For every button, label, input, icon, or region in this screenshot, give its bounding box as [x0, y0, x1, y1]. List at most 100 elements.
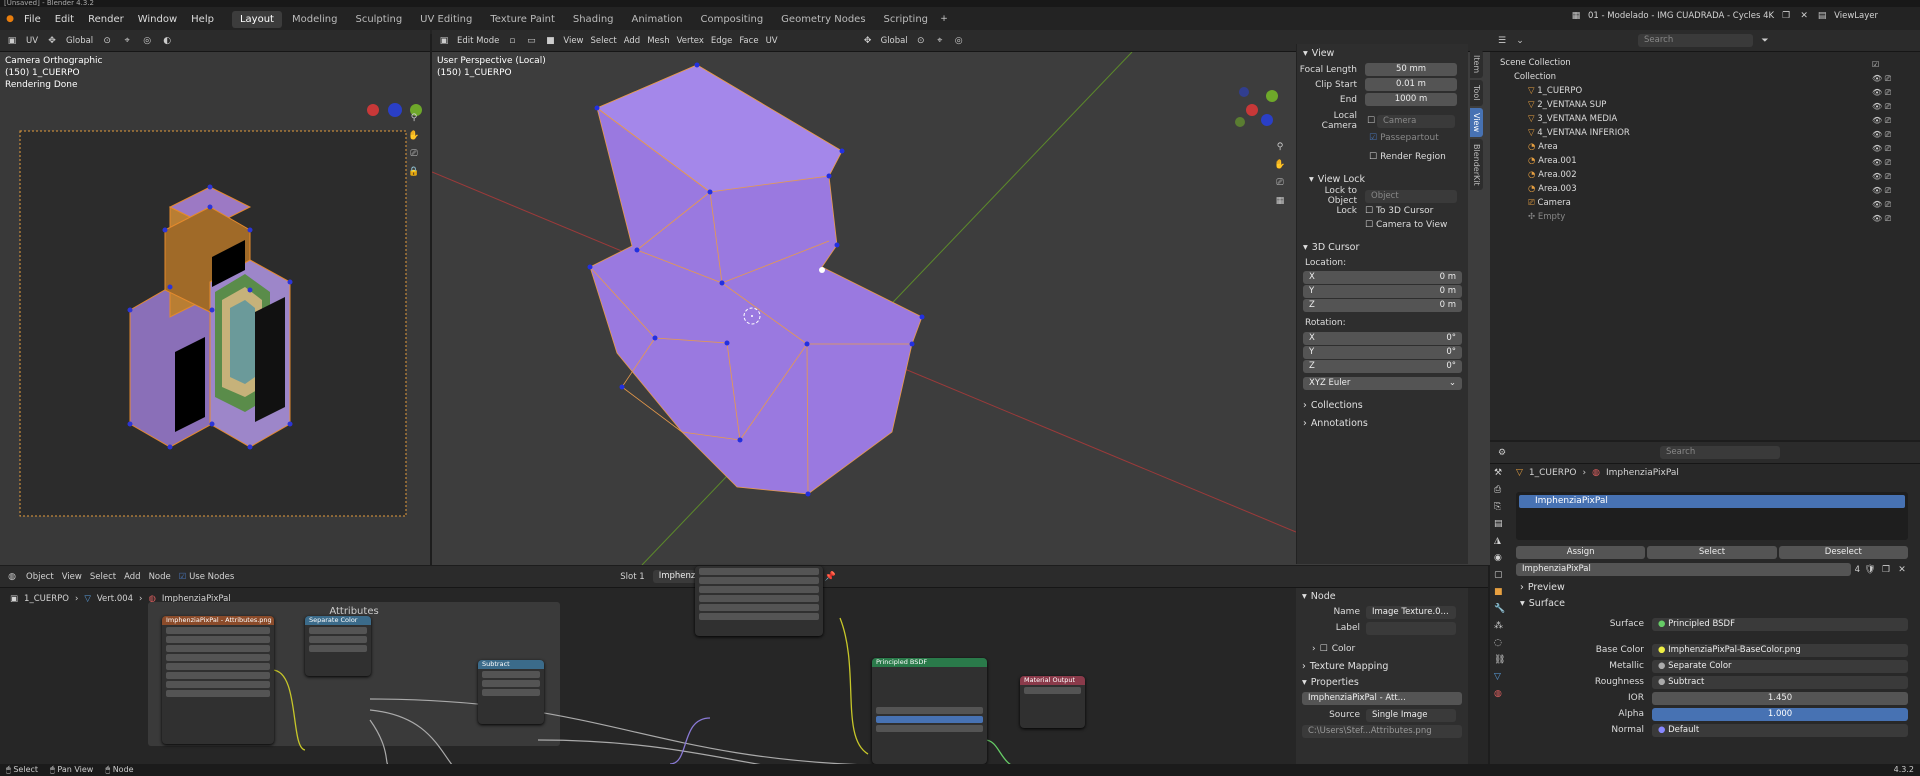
viewport-menu-edge[interactable]: Edge: [711, 36, 732, 46]
node-section-header[interactable]: ▾ Node: [1296, 588, 1468, 604]
tab-shading[interactable]: Shading: [565, 11, 622, 28]
object-type-select[interactable]: Object: [26, 572, 54, 582]
material-tab-icon[interactable]: ◍: [1494, 689, 1505, 699]
tool-tab-icon[interactable]: ⚒: [1494, 468, 1505, 478]
editor-type-icon[interactable]: ▣: [438, 35, 450, 47]
scene-name[interactable]: 01 - Modelado - IMG CUADRADA - Cycles 4K: [1588, 11, 1774, 21]
roughness-field[interactable]: ● Subtract: [1652, 675, 1908, 689]
constraints-tab-icon[interactable]: ⛓: [1494, 655, 1505, 665]
metallic-field[interactable]: ● Separate Color: [1652, 659, 1908, 673]
preview-header[interactable]: › Preview: [1520, 582, 1565, 593]
clip-end-field[interactable]: 1000 m: [1365, 93, 1457, 106]
node-menu-node[interactable]: Node: [149, 572, 171, 582]
gizmo-x[interactable]: [367, 104, 379, 116]
menu-file[interactable]: File: [18, 12, 47, 27]
outliner-item-empty[interactable]: ✣ Empty: [1500, 210, 1920, 224]
tab-view[interactable]: View: [1470, 107, 1483, 137]
shader-editor[interactable]: ◍ Object View Select Add Node ☑ Use Node…: [0, 566, 1488, 764]
ior-field[interactable]: 1.450: [1652, 691, 1908, 705]
copy-icon[interactable]: ❐: [1780, 10, 1792, 22]
viewport-menu-view[interactable]: View: [563, 36, 583, 46]
collection-tab-icon[interactable]: ▢: [1494, 570, 1505, 580]
transform-orientation-icon[interactable]: ✥: [46, 35, 58, 47]
modifier-tab-icon[interactable]: 🔧: [1494, 604, 1505, 614]
outliner-item-area[interactable]: ◔ Area: [1500, 140, 1920, 154]
outliner-scene-collection[interactable]: Scene Collection: [1500, 56, 1920, 70]
outliner-collection[interactable]: Collection: [1500, 70, 1920, 84]
viewport-transform-orientation[interactable]: Global: [881, 36, 908, 46]
display-mode-icon[interactable]: ⌄: [1514, 35, 1526, 47]
material-slot-item[interactable]: ImphenziaPixPal: [1519, 495, 1905, 508]
menu-help[interactable]: Help: [185, 12, 220, 27]
viewport-menu-vertex[interactable]: Vertex: [677, 36, 704, 46]
material-name-field[interactable]: ImphenziaPixPal: [1516, 563, 1851, 576]
transform-orientation-icon[interactable]: ✥: [862, 35, 874, 47]
outliner-item-area-002[interactable]: ◔ Area.002: [1500, 168, 1920, 182]
viewport-menu-face[interactable]: Face: [739, 36, 758, 46]
visibility-toggles[interactable]: ☑ 👁 ⎚ 👁 ⎚ 👁 ⎚ 👁 ⎚ 👁 ⎚ 👁 ⎚ 👁 ⎚ 👁 ⎚ 👁 ⎚ 👁 ⎚ 👁 ⎚: [1872, 58, 1891, 226]
collections-header[interactable]: › Collections: [1297, 396, 1468, 414]
navigation-gizmo[interactable]: [1232, 82, 1287, 137]
hand-icon[interactable]: ✋: [1274, 159, 1286, 171]
viewport-menu-mesh[interactable]: Mesh: [647, 36, 669, 46]
annotations-header[interactable]: › Annotations: [1297, 414, 1468, 432]
editor-type-icon[interactable]: ▣: [6, 35, 18, 47]
menu-window[interactable]: Window: [132, 12, 183, 27]
face-select-icon[interactable]: ■: [544, 35, 556, 47]
tab-tool[interactable]: Tool: [1470, 80, 1483, 106]
slot-select[interactable]: Slot 1: [620, 572, 644, 582]
add-workspace-icon[interactable]: +: [938, 13, 950, 25]
tab-compositing[interactable]: Compositing: [692, 11, 771, 28]
material-slot-list[interactable]: ImphenziaPixPal: [1516, 492, 1908, 540]
unlink-icon[interactable]: ✕: [1896, 564, 1908, 576]
view-layer[interactable]: ViewLayer: [1834, 11, 1878, 21]
separate-color-node[interactable]: Separate Color: [305, 616, 371, 676]
editor-type-icon[interactable]: ◍: [6, 571, 18, 583]
node-color-toggle[interactable]: › ☐ Color: [1296, 640, 1468, 658]
uv-menu[interactable]: UV: [26, 36, 38, 46]
pin-icon[interactable]: 📌: [824, 571, 836, 583]
close-icon[interactable]: ✕: [1798, 10, 1810, 22]
texture-mapping-header[interactable]: › Texture Mapping: [1296, 658, 1468, 674]
surface-header[interactable]: ▾ Surface: [1520, 598, 1565, 609]
node-label-field[interactable]: [1366, 621, 1456, 635]
gizmo-z[interactable]: [388, 103, 402, 117]
physics-tab-icon[interactable]: ◌: [1494, 638, 1505, 648]
menu-render[interactable]: Render: [82, 12, 130, 27]
transform-orientation[interactable]: Global: [66, 36, 93, 46]
properties-search-input[interactable]: Search: [1660, 446, 1780, 459]
lock-icon[interactable]: 🔒: [408, 166, 420, 178]
editor-type-icon[interactable]: ⚙: [1496, 447, 1508, 459]
grid-icon[interactable]: ▦: [1274, 195, 1286, 207]
menu-edit[interactable]: Edit: [49, 12, 80, 27]
cursor-rot-x[interactable]: X 0°: [1303, 332, 1462, 345]
node-name-field[interactable]: Image Texture.0...: [1366, 605, 1456, 619]
node-menu-view[interactable]: View: [62, 572, 82, 582]
source-select[interactable]: Single Image: [1366, 708, 1456, 722]
hand-icon[interactable]: ✋: [408, 130, 420, 142]
duplicate-icon[interactable]: ❐: [1880, 564, 1892, 576]
lock-object-field[interactable]: Object: [1365, 189, 1457, 203]
scene-tab-icon[interactable]: ◮: [1494, 536, 1505, 546]
snap-icon[interactable]: ⌖: [121, 35, 133, 47]
camera-icon[interactable]: ⎚: [1274, 177, 1286, 189]
outliner-search-input[interactable]: Search: [1638, 34, 1753, 47]
cursor-rot-z[interactable]: Z 0°: [1303, 360, 1462, 373]
fake-user-icon[interactable]: 🛡: [1864, 564, 1876, 576]
view-layer-tab-icon[interactable]: ▤: [1494, 519, 1505, 529]
to-3d-cursor-checkbox[interactable]: ☐ To 3D Cursor: [1365, 206, 1433, 216]
scene-icon[interactable]: ▦: [1570, 10, 1582, 22]
camera-viewport[interactable]: ▣ UV ✥ Global ⊙ ⌖ ◎ ◐ Camera Orthographi…: [0, 30, 430, 565]
viewport-menu-add[interactable]: Add: [624, 36, 640, 46]
tab-modeling[interactable]: Modeling: [284, 11, 346, 28]
deselect-button[interactable]: Deselect: [1778, 546, 1908, 559]
base-color-field[interactable]: ● ImphenziaPixPal-BaseColor.png: [1652, 643, 1908, 657]
outliner-item-area-001[interactable]: ◔ Area.001: [1500, 154, 1920, 168]
zoom-icon[interactable]: ⚲: [1274, 141, 1286, 153]
blender-logo-icon[interactable]: ●: [4, 13, 16, 25]
node-image-field[interactable]: ImphenziaPixPal - Att...: [1302, 692, 1462, 705]
clip-start-field[interactable]: 0.01 m: [1365, 78, 1457, 91]
material-output-node[interactable]: Material Output: [1020, 676, 1085, 728]
tab-item[interactable]: Item: [1470, 50, 1483, 79]
focal-length-field[interactable]: 50 mm: [1365, 63, 1457, 76]
